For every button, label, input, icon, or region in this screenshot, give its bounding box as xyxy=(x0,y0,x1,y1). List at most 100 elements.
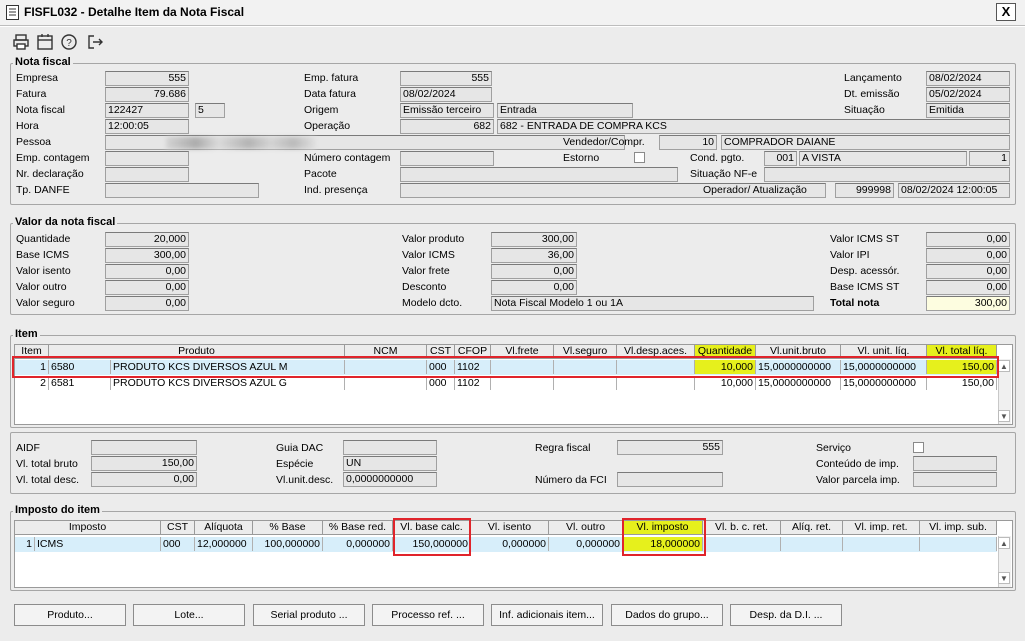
origem-tipo-field[interactable]: Entrada xyxy=(497,103,633,118)
valor-outro-field[interactable]: 0,00 xyxy=(105,280,189,295)
numero-contagem-field[interactable] xyxy=(400,151,494,166)
col-vl-unit-liq[interactable]: Vl. unit. líq. xyxy=(841,345,927,359)
col-vl-seguro[interactable]: Vl.seguro xyxy=(554,345,617,359)
col-cst[interactable]: CST xyxy=(427,345,455,359)
nota-fiscal-number-field[interactable]: 122427 xyxy=(105,103,189,118)
nr-declaracao-field[interactable] xyxy=(105,167,189,182)
col-imposto[interactable]: Imposto xyxy=(15,521,161,535)
base-icms-field[interactable]: 300,00 xyxy=(105,248,189,263)
emp-contagem-field[interactable] xyxy=(105,151,189,166)
lancamento-field[interactable]: 08/02/2024 xyxy=(926,71,1010,86)
col-vl-imp-sub[interactable]: Vl. imp. sub. xyxy=(920,521,997,535)
dados-grupo-button[interactable]: Dados do grupo... xyxy=(611,604,723,626)
col-vl-unit-bruto[interactable]: Vl.unit.bruto xyxy=(756,345,841,359)
cond-pgto-desc-field[interactable]: A VISTA xyxy=(799,151,967,166)
col-cst[interactable]: CST xyxy=(161,521,195,535)
origem-field[interactable]: Emissão terceiro xyxy=(400,103,494,118)
cond-pgto-parcelas-field[interactable]: 1 xyxy=(969,151,1010,166)
total-nota-field[interactable]: 300,00 xyxy=(926,296,1010,311)
operador-field[interactable]: 999998 xyxy=(835,183,894,198)
valor-frete-field[interactable]: 0,00 xyxy=(491,264,577,279)
modelo-dcto-field[interactable]: Nota Fiscal Modelo 1 ou 1A xyxy=(491,296,814,311)
col-quantidade[interactable]: Quantidade xyxy=(695,345,756,359)
col-vl-bc-ret[interactable]: Vl. b. c. ret. xyxy=(703,521,781,535)
valor-seguro-field[interactable]: 0,00 xyxy=(105,296,189,311)
data-fatura-field[interactable]: 08/02/2024 xyxy=(400,87,492,102)
servico-checkbox[interactable] xyxy=(913,442,924,453)
situacao-label: Situação xyxy=(844,104,885,116)
vl-total-desc-field[interactable]: 0,00 xyxy=(91,472,197,487)
processo-ref-button[interactable]: Processo ref. ... xyxy=(372,604,484,626)
col-produto[interactable]: Produto xyxy=(49,345,345,359)
scroll-up-icon[interactable]: ▲ xyxy=(998,537,1010,549)
desp-acessor-field[interactable]: 0,00 xyxy=(926,264,1010,279)
exit-icon[interactable] xyxy=(86,33,104,51)
valor-icms-field[interactable]: 36,00 xyxy=(491,248,577,263)
col-item[interactable]: Item xyxy=(15,345,49,359)
vl-total-bruto-field[interactable]: 150,00 xyxy=(91,456,197,471)
col-base-red[interactable]: % Base red. xyxy=(323,521,393,535)
valor-produto-field[interactable]: 300,00 xyxy=(491,232,577,247)
close-button[interactable]: X xyxy=(996,3,1016,21)
vl-outro-cell: 0,000000 xyxy=(549,537,623,551)
emp-fatura-field[interactable]: 555 xyxy=(400,71,492,86)
help-icon[interactable]: ? xyxy=(60,33,78,51)
operador-label: Operador/ Atualização xyxy=(703,184,807,196)
col-aliquota[interactable]: Alíquota xyxy=(195,521,253,535)
col-ncm[interactable]: NCM xyxy=(345,345,427,359)
atualizacao-field[interactable]: 08/02/2024 12:00:05 xyxy=(898,183,1010,198)
vendedor-code-field[interactable]: 10 xyxy=(659,135,717,150)
empresa-field[interactable]: 555 xyxy=(105,71,189,86)
tp-danfe-field[interactable] xyxy=(105,183,259,198)
pacote-field[interactable] xyxy=(400,167,678,182)
valor-ipi-field[interactable]: 0,00 xyxy=(926,248,1010,263)
lancamento-label: Lançamento xyxy=(844,72,902,84)
col-vl-imp-ret[interactable]: Vl. imp. ret. xyxy=(843,521,920,535)
operacao-code-field[interactable]: 682 xyxy=(400,119,494,134)
operacao-desc-field[interactable]: 682 - ENTRADA DE COMPRA KCS xyxy=(497,119,1010,134)
scroll-down-icon[interactable]: ▼ xyxy=(998,410,1010,422)
printer-icon[interactable] xyxy=(12,33,30,51)
especie-field[interactable]: UN xyxy=(343,456,437,471)
col-vl-isento[interactable]: Vl. isento xyxy=(471,521,549,535)
vl-unit-desc-field[interactable]: 0,0000000000 xyxy=(343,472,437,487)
col-vl-outro[interactable]: Vl. outro xyxy=(549,521,623,535)
col-vl-desp-aces[interactable]: Vl.desp.aces. xyxy=(617,345,695,359)
desconto-field[interactable]: 0,00 xyxy=(491,280,577,295)
quantidade-field[interactable]: 20,000 xyxy=(105,232,189,247)
serie-field[interactable]: 5 xyxy=(195,103,225,118)
lote-button[interactable]: Lote... xyxy=(133,604,245,626)
col-vl-frete[interactable]: Vl.frete xyxy=(491,345,554,359)
situacao-field[interactable]: Emitida xyxy=(926,103,1010,118)
vendedor-name-field[interactable]: COMPRADOR DAIANE xyxy=(721,135,1010,150)
desp-di-button[interactable]: Desp. da D.I. ... xyxy=(730,604,842,626)
scroll-up-icon[interactable]: ▲ xyxy=(998,360,1010,372)
inf-adicionais-button[interactable]: Inf. adicionais item... xyxy=(491,604,603,626)
calendar-icon[interactable] xyxy=(36,33,54,51)
valor-parcela-imp-field[interactable] xyxy=(913,472,997,487)
base-icms-st-field[interactable]: 0,00 xyxy=(926,280,1010,295)
numero-fci-field[interactable] xyxy=(617,472,723,487)
estorno-checkbox[interactable] xyxy=(634,152,645,163)
col-vl-total-liq[interactable]: Vl. total líq. xyxy=(927,345,997,359)
hora-field[interactable]: 12:00:05 xyxy=(105,119,189,134)
ncm-cell xyxy=(345,360,427,374)
valor-isento-field[interactable]: 0,00 xyxy=(105,264,189,279)
col-cfop[interactable]: CFOP xyxy=(455,345,491,359)
col-vl-imposto[interactable]: Vl. imposto xyxy=(623,521,703,535)
cond-pgto-code-field[interactable]: 001 xyxy=(764,151,797,166)
serial-produto-button[interactable]: Serial produto ... xyxy=(253,604,365,626)
col-aliq-ret[interactable]: Alíq. ret. xyxy=(781,521,843,535)
scroll-down-icon[interactable]: ▼ xyxy=(998,572,1010,584)
produto-button[interactable]: Produto... xyxy=(14,604,126,626)
fatura-field[interactable]: 79.686 xyxy=(105,87,189,102)
dt-emissao-field[interactable]: 05/02/2024 xyxy=(926,87,1010,102)
aidf-field[interactable] xyxy=(91,440,197,455)
col-base[interactable]: % Base xyxy=(253,521,323,535)
conteudo-imp-field[interactable] xyxy=(913,456,997,471)
valor-icms-st-field[interactable]: 0,00 xyxy=(926,232,1010,247)
situacao-nfe-field[interactable] xyxy=(764,167,1010,182)
regra-fiscal-field[interactable]: 555 xyxy=(617,440,723,455)
col-vl-base-calc[interactable]: Vl. base calc. xyxy=(393,521,471,535)
guia-dac-field[interactable] xyxy=(343,440,437,455)
